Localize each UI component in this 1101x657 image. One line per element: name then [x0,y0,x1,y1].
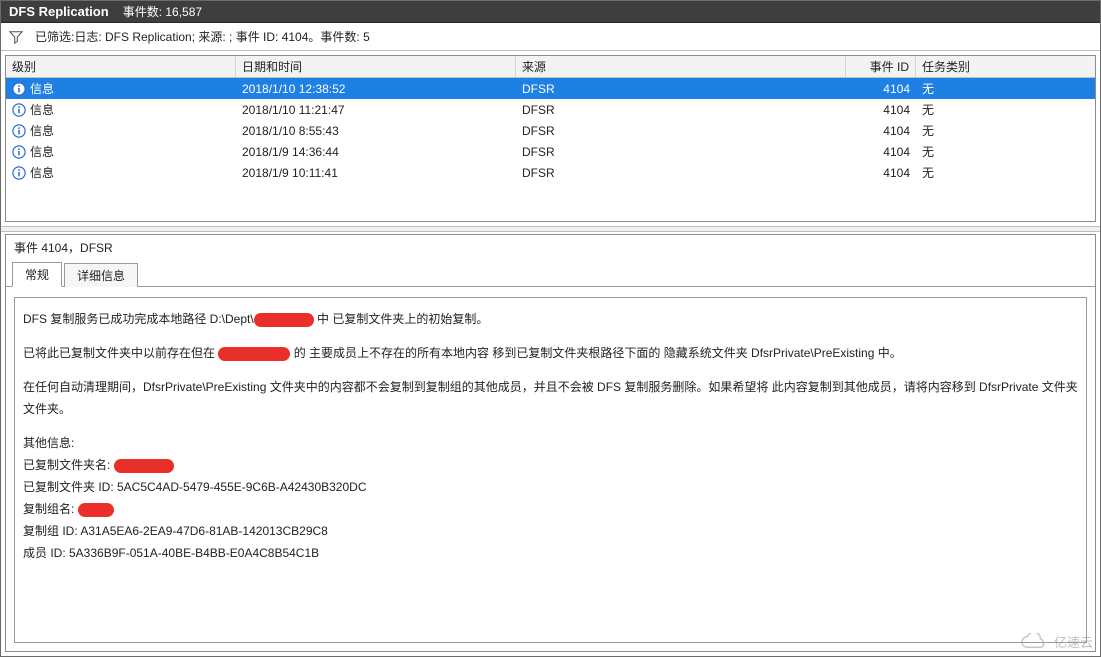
msg-group-id: 复制组 ID: A31A5EA6-2EA9-47D6-81AB-142013CB… [23,520,1078,542]
table-row[interactable]: 信息 2018/1/10 8:55:43DFSR4104无 [6,120,1095,141]
cell-level-text: 信息 [30,101,54,118]
list-blank-area [6,183,1095,221]
pane-splitter[interactable] [1,226,1100,232]
details-body: DFS 复制服务已成功完成本地路径 D:\Dept\ 中 已复制文件夹上的初始复… [6,287,1095,651]
msg-other-label: 其他信息: [23,432,1078,454]
msg-p1a: DFS 复制服务已成功完成本地路径 D:\Dept\ [23,312,254,326]
table-row[interactable]: 信息 2018/1/10 11:21:47DFSR4104无 [6,99,1095,120]
cell-source: DFSR [516,99,846,120]
msg-p3: 在任何自动清理期间，DfsrPrivate\PreExisting 文件夹中的内… [23,376,1078,398]
details-pane: 事件 4104，DFSR 常规 详细信息 DFS 复制服务已成功完成本地路径 D… [5,234,1096,652]
cell-event-id: 4104 [846,141,916,162]
cell-level: 信息 [6,120,236,141]
table-body: 信息2018/1/10 12:38:52DFSR4104无信息2018/1/10… [6,78,1095,183]
cell-level: 信息 [6,99,236,120]
cell-level-text: 信息 [30,164,54,181]
details-message: DFS 复制服务已成功完成本地路径 D:\Dept\ 中 已复制文件夹上的初始复… [23,308,1078,564]
cell-event-id: 4104 [846,99,916,120]
info-icon [12,103,26,117]
event-count: 事件数: 16,587 [123,3,202,20]
cell-level-text: 信息 [30,143,54,160]
title-bar: DFS Replication 事件数: 16,587 [1,1,1100,23]
cell-event-id: 4104 [846,120,916,141]
cell-event-id: 4104 [846,162,916,183]
tab-details[interactable]: 详细信息 [64,263,138,287]
info-icon [12,82,26,96]
redacted [218,347,290,361]
cell-datetime: 2018/1/10 12:38:52 [236,78,516,99]
info-icon [12,166,26,180]
tab-general[interactable]: 常规 [12,262,62,287]
cell-task-category: 无 [916,99,1095,120]
filter-summary: 已筛选:日志: DFS Replication; 来源: ; 事件 ID: 41… [35,28,370,45]
msg-p2a: 已将此已复制文件夹中以前存在但在 [23,346,218,360]
cell-source: DFSR [516,141,846,162]
event-list: 级别 日期和时间 来源 事件 ID 任务类别 信息 2018/1/10 12:38… [5,55,1096,222]
msg-p3b: 文件夹。 [23,398,1078,420]
redacted [114,459,174,473]
col-level[interactable]: 级别 [6,56,236,77]
event-count-label: 事件数: [123,5,162,19]
table-row[interactable]: 信息 2018/1/9 10:11:41DFSR4104无 [6,162,1095,183]
col-task-category[interactable]: 任务类别 [916,56,1095,77]
cell-task-category: 无 [916,162,1095,183]
msg-folder-name-label: 已复制文件夹名: [23,458,110,472]
cell-level-text: 信息 [30,122,54,139]
table-row[interactable]: 信息 2018/1/9 14:36:44DFSR4104无 [6,141,1095,162]
cell-level-text: 信息 [30,80,54,97]
cell-task-category: 无 [916,78,1095,99]
cell-task-category: 无 [916,141,1095,162]
msg-folder-id: 已复制文件夹 ID: 5AC5C4AD-5479-455E-9C6B-A4243… [23,476,1078,498]
col-datetime[interactable]: 日期和时间 [236,56,516,77]
col-source[interactable]: 来源 [516,56,846,77]
cell-datetime: 2018/1/9 14:36:44 [236,141,516,162]
app-window: DFS Replication 事件数: 16,587 已筛选:日志: DFS … [0,0,1101,657]
msg-p1b: 中 已复制文件夹上的初始复制。 [317,312,488,326]
info-icon [12,124,26,138]
cell-datetime: 2018/1/10 11:21:47 [236,99,516,120]
cell-event-id: 4104 [846,78,916,99]
redacted [78,503,114,517]
table-header: 级别 日期和时间 来源 事件 ID 任务类别 [6,56,1095,78]
event-count-value: 16,587 [165,5,202,19]
details-fieldset: DFS 复制服务已成功完成本地路径 D:\Dept\ 中 已复制文件夹上的初始复… [14,297,1087,643]
details-tabs: 常规 详细信息 [6,261,1095,287]
cell-source: DFSR [516,78,846,99]
msg-member-id: 成员 ID: 5A336B9F-051A-40BE-B4BB-E0A4C8B54… [23,542,1078,564]
cell-level: 信息 [6,162,236,183]
details-title: 事件 4104，DFSR [6,235,1095,261]
col-event-id[interactable]: 事件 ID [846,56,916,77]
cell-task-category: 无 [916,120,1095,141]
window-title: DFS Replication [9,4,109,19]
redacted [254,313,314,327]
table-row[interactable]: 信息 2018/1/10 12:38:52DFSR4104无 [6,78,1095,99]
filter-icon[interactable] [9,30,23,44]
cell-level: 信息 [6,141,236,162]
cell-datetime: 2018/1/9 10:11:41 [236,162,516,183]
msg-p2b: 的 主要成员上不存在的所有本地内容 移到已复制文件夹根路径下面的 隐藏系统文件夹… [294,346,902,360]
cell-level: 信息 [6,78,236,99]
cell-source: DFSR [516,120,846,141]
filter-bar: 已筛选:日志: DFS Replication; 来源: ; 事件 ID: 41… [1,23,1100,51]
cell-datetime: 2018/1/10 8:55:43 [236,120,516,141]
msg-group-name-label: 复制组名: [23,502,74,516]
info-icon [12,145,26,159]
cell-source: DFSR [516,162,846,183]
